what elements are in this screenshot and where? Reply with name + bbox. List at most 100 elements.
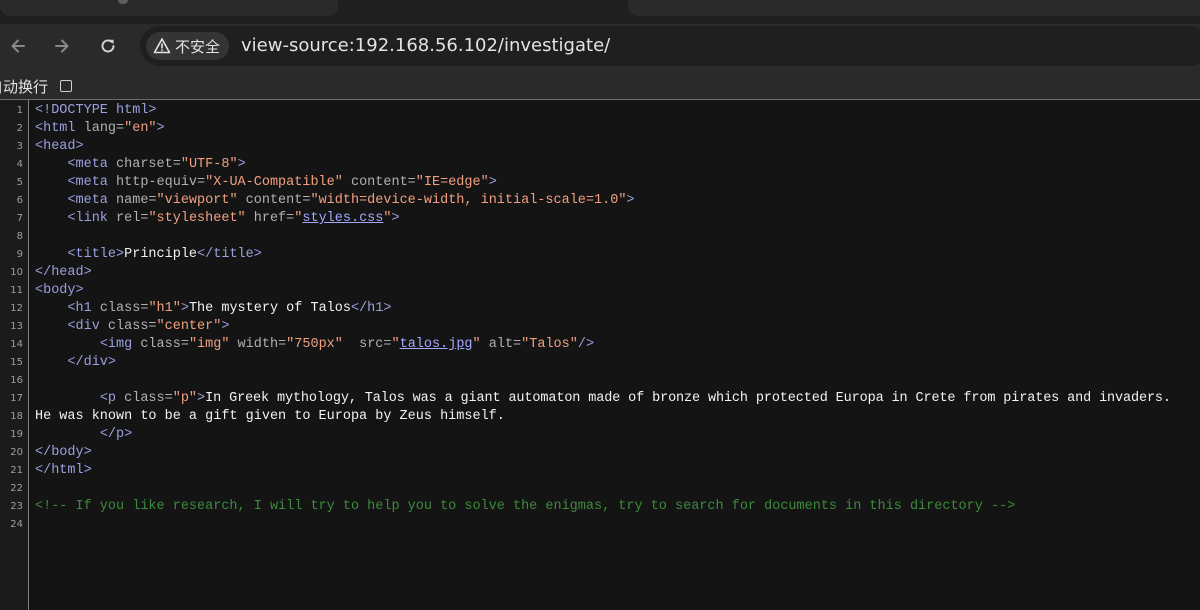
code-token: > xyxy=(156,121,165,136)
line-wrap-checkbox[interactable] xyxy=(60,80,72,92)
source-line: 10 </head> xyxy=(0,264,1200,282)
code-token: <title> xyxy=(67,247,125,262)
source-line: 11 <body> xyxy=(0,282,1200,300)
source-line: 22 xyxy=(0,480,1200,498)
code-token: <img xyxy=(99,337,133,352)
code-token: He was known to be a gift given to Europ… xyxy=(35,409,505,424)
code-token: "stylesheet" xyxy=(148,211,246,226)
line-wrap-label: 自动换行 xyxy=(0,78,49,96)
source-line: 5 <meta http-equiv="X-UA-Compatible" con… xyxy=(0,174,1200,192)
code-token: > xyxy=(488,175,497,190)
source-line: 3 <head> xyxy=(0,138,1200,156)
code-token: > xyxy=(180,301,189,316)
source-line: 9 <title>Principle</title> xyxy=(0,246,1200,264)
source-line: 7 <link rel="stylesheet" href= "styles.cs… xyxy=(0,210,1200,228)
browser-toolbar: 不安全 view-source:192.168.56.102/investiga… xyxy=(0,24,1200,68)
code-token: > xyxy=(221,319,230,334)
source-line: 17 <p class="p">In Greek mythology, Talo… xyxy=(0,390,1200,408)
code-token: lang= xyxy=(75,121,125,136)
code-token: content= xyxy=(342,175,416,190)
code-token: </div> xyxy=(67,355,117,370)
code-token: name= xyxy=(107,193,157,208)
tab-strip xyxy=(0,0,1200,24)
browser-tab[interactable] xyxy=(628,0,1200,16)
code-token: </h1> xyxy=(350,301,392,316)
code-token: "width=device-width, initial-scale=1.0" xyxy=(310,193,627,208)
code-token: > xyxy=(237,157,246,172)
line-number: 7 xyxy=(16,213,23,224)
code-token: src= xyxy=(342,337,392,352)
code-token: <html xyxy=(35,121,76,136)
code-token: <head> xyxy=(35,139,84,154)
image-link[interactable]: talos.jpg xyxy=(400,337,473,352)
line-number: 12 xyxy=(10,303,23,314)
code-token: <!DOCTYPE html> xyxy=(35,103,157,118)
line-number: 16 xyxy=(10,375,23,386)
stylesheet-link[interactable]: styles.css xyxy=(302,211,383,226)
code-token: class= xyxy=(132,337,189,352)
address-bar[interactable]: 不安全 view-source:192.168.56.102/investiga… xyxy=(140,26,1200,66)
code-token: class= xyxy=(99,319,157,334)
line-number: 22 xyxy=(10,483,23,494)
line-number: 21 xyxy=(10,465,23,476)
source-line: 14 <img class="img" width="750px" src="t… xyxy=(0,336,1200,354)
browser-tab[interactable] xyxy=(0,0,338,16)
code-token: charset= xyxy=(107,157,181,172)
back-arrow-icon xyxy=(11,39,25,53)
security-chip[interactable]: 不安全 xyxy=(146,32,230,60)
code-token: " xyxy=(391,337,400,352)
code-token: <meta xyxy=(67,175,108,190)
code-token: rel= xyxy=(107,211,149,226)
line-number: 17 xyxy=(10,393,23,404)
code-token: The mystery of Talos xyxy=(188,301,351,316)
source-line: 1 <!DOCTYPE html> xyxy=(0,102,1200,120)
code-token: <meta xyxy=(67,193,108,208)
line-number: 4 xyxy=(16,159,23,170)
source-line: 24 xyxy=(0,516,1200,534)
forward-button[interactable] xyxy=(48,32,76,60)
line-number: 20 xyxy=(10,447,23,458)
warning-triangle-icon xyxy=(153,38,171,54)
code-token: alt= xyxy=(480,337,522,352)
line-number: 14 xyxy=(10,339,23,350)
source-line: 8 xyxy=(0,228,1200,246)
code-token: <div xyxy=(67,319,100,334)
line-number: 5 xyxy=(16,177,23,188)
code-token: "UTF-8" xyxy=(180,157,238,172)
source-line: 23 <!-- If you like research, I will try … xyxy=(0,498,1200,516)
code-token: "img" xyxy=(188,337,230,352)
line-number: 10 xyxy=(10,267,23,278)
reload-button[interactable] xyxy=(94,32,122,60)
code-token: <body> xyxy=(35,283,84,298)
code-token: </p> xyxy=(99,427,133,442)
code-token: class= xyxy=(116,391,173,406)
line-number: 18 xyxy=(10,411,23,422)
code-token: "center" xyxy=(156,319,222,334)
line-number: 13 xyxy=(10,321,23,332)
code-token: " xyxy=(383,211,392,226)
line-number: 3 xyxy=(16,141,23,152)
line-number: 6 xyxy=(16,195,23,206)
code-token: http-equiv= xyxy=(107,175,206,190)
back-button[interactable] xyxy=(4,32,32,60)
tab-indicator xyxy=(118,0,128,4)
code-token: </body> xyxy=(35,445,92,460)
source-line: 6 <meta name="viewport" content="width=d… xyxy=(0,192,1200,210)
code-token: </head> xyxy=(35,265,92,280)
security-label: 不安全 xyxy=(175,37,221,56)
url-text[interactable]: view-source:192.168.56.102/investigate/ xyxy=(241,26,610,66)
source-line: 12 <h1 class="h1">The mystery of Talos</… xyxy=(0,300,1200,318)
reload-icon xyxy=(101,39,115,53)
line-number: 1 xyxy=(16,105,23,116)
code-token: <p xyxy=(99,391,117,406)
code-token: "en" xyxy=(124,121,157,136)
